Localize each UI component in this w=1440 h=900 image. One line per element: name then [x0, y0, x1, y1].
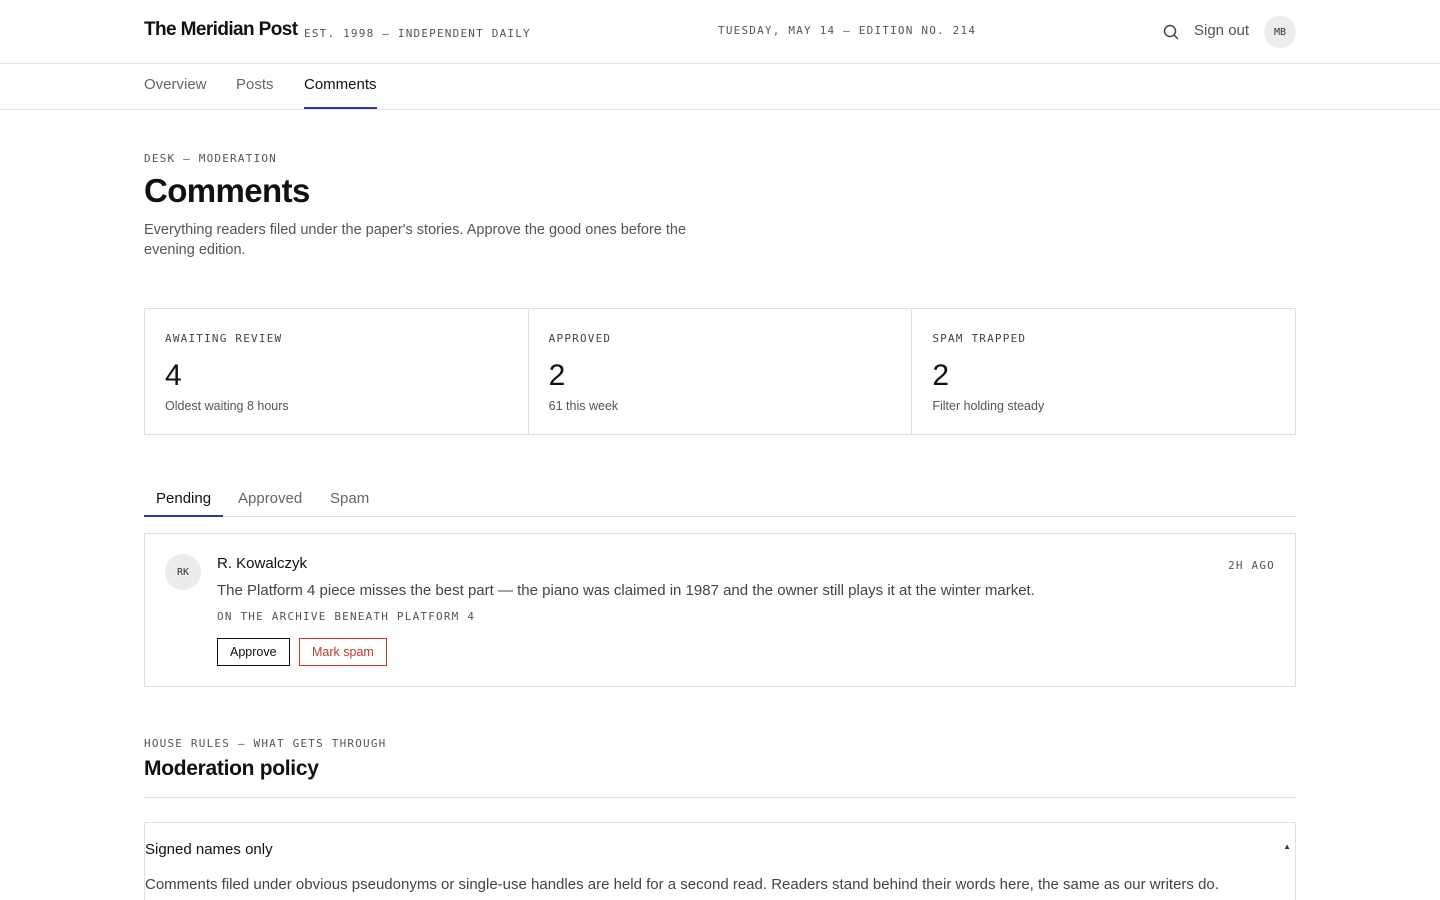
comment-filter-tabs: Pending Approved Spam [144, 482, 1296, 517]
policy-title: Moderation policy [144, 757, 319, 780]
caret-up-icon[interactable]: ▲ [1283, 842, 1291, 851]
stat-label: APPROVED [548, 332, 612, 345]
policy-rule-body: Comments filed under obvious pseudonyms … [145, 876, 1219, 893]
nav-tab-posts[interactable]: Posts [236, 76, 274, 109]
stat-value: 4 [165, 359, 182, 392]
mark-spam-button[interactable]: Mark spam [299, 638, 387, 666]
stat-value: 2 [932, 359, 950, 392]
policy-divider [144, 797, 1296, 798]
page-title: Comments [144, 172, 310, 209]
stat-awaiting-review: AWAITING REVIEW 4 Oldest waiting 8 hours [145, 309, 529, 434]
brand-tagline: EST. 1998 — INDEPENDENT DAILY [304, 27, 531, 40]
edition-dateline: TUESDAY, MAY 14 — EDITION NO. 214 [718, 24, 977, 37]
main-nav: Overview Posts Comments [0, 64, 1440, 110]
comment-card: RK R. Kowalczyk 2H AGO The Platform 4 pi… [144, 533, 1296, 687]
stat-note: 61 this week [548, 399, 619, 413]
comment-author: R. Kowalczyk [217, 555, 308, 572]
policy-kicker: HOUSE RULES — WHAT GETS THROUGH [144, 737, 387, 750]
brand-logo[interactable]: The Meridian Post [144, 19, 298, 41]
tab-pending[interactable]: Pending [144, 490, 224, 517]
comment-story-link[interactable]: ON THE ARCHIVE BENEATH PLATFORM 4 [217, 610, 475, 623]
user-avatar[interactable]: MB [1264, 16, 1296, 48]
sign-out-link[interactable]: Sign out [1194, 22, 1249, 39]
stat-spam-trapped: SPAM TRAPPED 2 Filter holding steady [912, 309, 1295, 434]
nav-tab-overview[interactable]: Overview [144, 76, 207, 109]
tab-spam[interactable]: Spam [330, 490, 369, 517]
stat-approved: APPROVED 2 61 this week [529, 309, 913, 434]
page-kicker: DESK — MODERATION [144, 152, 277, 165]
stat-label: SPAM TRAPPED [932, 332, 1027, 345]
nav-tab-comments[interactable]: Comments [304, 76, 377, 109]
stat-note: Filter holding steady [932, 399, 1045, 413]
stats-panel: AWAITING REVIEW 4 Oldest waiting 8 hours… [144, 308, 1296, 435]
top-bar: The Meridian Post EST. 1998 — INDEPENDEN… [0, 0, 1440, 64]
approve-button[interactable]: Approve [217, 638, 290, 666]
tab-approved[interactable]: Approved [238, 490, 302, 517]
stat-value: 2 [548, 359, 566, 392]
stat-note: Oldest waiting 8 hours [165, 399, 289, 413]
stat-label: AWAITING REVIEW [165, 332, 283, 345]
search-icon[interactable] [1161, 22, 1181, 42]
comment-timestamp: 2H AGO [1228, 559, 1275, 572]
policy-rule-title[interactable]: Signed names only [145, 841, 273, 858]
page-description: Everything readers filed under the paper… [144, 222, 687, 258]
comment-body: The Platform 4 piece misses the best par… [217, 582, 1035, 599]
commenter-avatar: RK [165, 554, 201, 590]
policy-rule-signed-names: Signed names only ▲ Comments filed under… [144, 822, 1296, 900]
